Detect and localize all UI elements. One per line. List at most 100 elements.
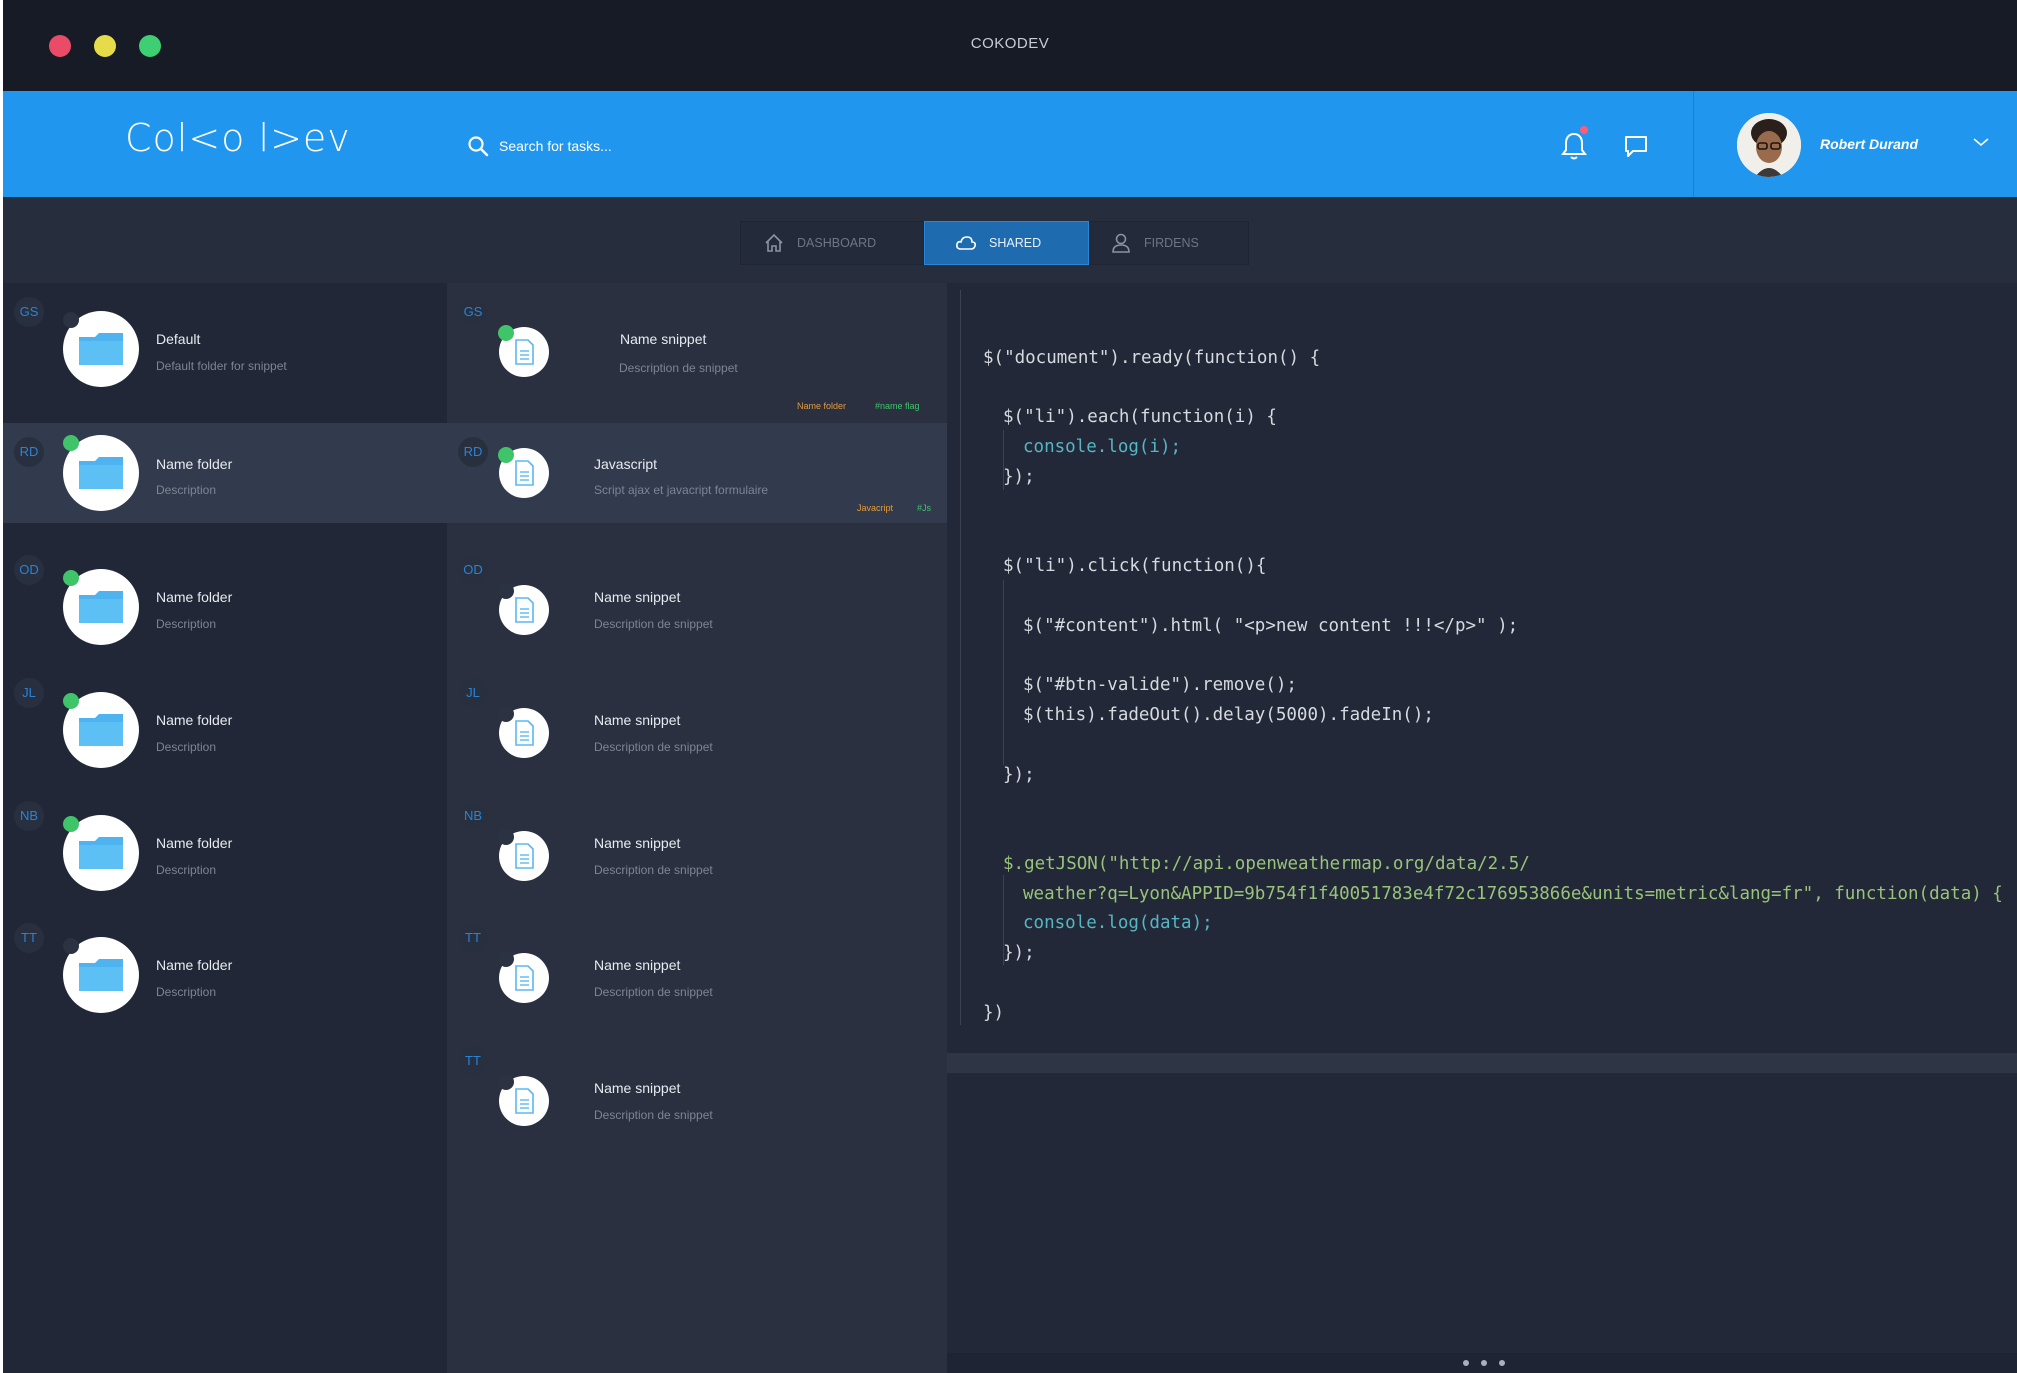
window-title: COKODEV xyxy=(970,35,1050,52)
status-dot xyxy=(63,435,79,451)
chevron-down-icon[interactable] xyxy=(1972,135,1990,149)
status-dot xyxy=(63,938,79,954)
status-dot xyxy=(63,693,79,709)
app-logo[interactable]: Col<o l>ev xyxy=(125,116,351,160)
code-line: weather?q=Lyon&APPID=9b754f1f40051783e4f… xyxy=(1023,884,2003,904)
status-dot xyxy=(498,583,514,599)
code-line: }); xyxy=(1003,467,1035,487)
folder-description: Default folder for snippet xyxy=(156,359,287,373)
cloud-icon xyxy=(956,236,976,250)
snippet-item[interactable]: RD Javascript Script ajax et javacript f… xyxy=(447,423,947,523)
user-initials-badge: NB xyxy=(458,801,488,831)
folder-item[interactable]: TT Name folder Description xyxy=(3,909,447,1031)
folder-title: Name folder xyxy=(156,835,233,851)
notification-bell-icon[interactable] xyxy=(1559,129,1589,163)
tab-label: SHARED xyxy=(989,236,1042,250)
status-dot xyxy=(498,325,514,341)
user-initials-badge: TT xyxy=(14,923,44,953)
folder-item[interactable]: RD Name folder Description xyxy=(3,423,447,523)
tabs-bar: DASHBOARD SHARED FIRDENS xyxy=(3,197,2017,283)
user-initials-badge: GS xyxy=(458,297,488,327)
folder-description: Description xyxy=(156,740,217,754)
tab-dashboard[interactable]: DASHBOARD xyxy=(740,221,924,265)
snippet-description: Description de snippet xyxy=(594,985,713,999)
snippet-title: Name snippet xyxy=(620,331,707,347)
code-line: $.getJSON("http://api.openweathermap.org… xyxy=(1003,854,1530,874)
indent-guide xyxy=(960,290,961,1025)
snippet-description: Script ajax et javacript formulaire xyxy=(594,483,769,497)
user-initials-badge: OD xyxy=(458,555,488,585)
snippets-list: GS Name snippet Description de snippet N… xyxy=(447,283,947,1373)
snippet-item[interactable]: GS Name snippet Description de snippet N… xyxy=(447,283,947,423)
snippet-item[interactable]: TT Name snippet Description de snippet xyxy=(447,909,947,1031)
status-dot xyxy=(498,829,514,845)
tab-friends[interactable]: FIRDENS xyxy=(1089,221,1249,265)
status-dot xyxy=(498,951,514,967)
snippet-title: Javascript xyxy=(594,456,658,472)
tab-shared[interactable]: SHARED xyxy=(924,221,1089,265)
snippet-description: Description de snippet xyxy=(594,1108,713,1122)
code-line: console.log(i); xyxy=(1023,437,1182,457)
folder-item[interactable]: GS Default Default folder for snippet xyxy=(3,283,447,405)
chat-icon[interactable] xyxy=(1621,131,1651,161)
user-initials-badge: RD xyxy=(14,437,44,467)
user-initials-badge: TT xyxy=(458,923,488,953)
snippet-description: Description de snippet xyxy=(594,740,713,754)
folder-description: Description xyxy=(156,617,217,631)
tab-label: FIRDENS xyxy=(1144,236,1199,250)
user-initials-badge: GS xyxy=(14,297,44,327)
search-icon[interactable] xyxy=(467,135,489,157)
folder-item[interactable]: OD Name folder Description xyxy=(3,541,447,663)
status-dot xyxy=(498,447,514,463)
folder-item[interactable]: NB Name folder Description xyxy=(3,787,447,909)
status-dot xyxy=(63,816,79,832)
code-line: $(this).fadeOut().delay(5000).fadeIn(); xyxy=(1023,705,1434,725)
pagination-dot[interactable] xyxy=(1463,1360,1469,1366)
snippet-description: Description de snippet xyxy=(594,863,713,877)
snippet-item[interactable]: JL Name snippet Description de snippet xyxy=(447,664,947,786)
code-editor[interactable]: $("document").ready(function() { $("li")… xyxy=(983,343,2003,1023)
folders-list: GS Default Default folder for snippet RD… xyxy=(3,283,447,1373)
user-avatar[interactable] xyxy=(1737,113,1801,177)
flag-tag[interactable]: #Js xyxy=(917,503,931,513)
pagination-dots[interactable] xyxy=(1463,1360,1505,1366)
code-line: $("li").each(function(i) { xyxy=(1003,407,1277,427)
status-dot xyxy=(63,312,79,328)
code-line: $("#btn-valide").remove(); xyxy=(1023,675,1297,695)
title-bar: COKODEV xyxy=(3,0,2017,91)
snippet-item[interactable]: TT Name snippet Description de snippet xyxy=(447,1032,947,1154)
snippet-title: Name snippet xyxy=(594,589,681,605)
user-initials-badge: JL xyxy=(458,678,488,708)
folder-description: Description xyxy=(156,863,217,877)
folder-tag[interactable]: Name folder xyxy=(797,401,846,411)
folder-tag[interactable]: Javacript xyxy=(857,503,893,513)
folder-title: Name folder xyxy=(156,957,233,973)
code-panel-footer xyxy=(947,1053,2017,1073)
tab-label: DASHBOARD xyxy=(797,236,877,250)
code-line: $("document").ready(function() { xyxy=(983,348,1321,368)
folder-item[interactable]: JL Name folder Description xyxy=(3,664,447,786)
app-window: COKODEV Col<o l>ev Search for tasks... R… xyxy=(3,0,2017,1373)
snippet-description: Description de snippet xyxy=(619,361,738,375)
flag-tag[interactable]: #name flag xyxy=(875,401,920,411)
code-line: $("li").click(function(){ xyxy=(1003,556,1267,576)
folder-description: Description xyxy=(156,985,217,999)
snippet-item[interactable]: NB Name snippet Description de snippet xyxy=(447,787,947,909)
folder-title: Name folder xyxy=(156,712,233,728)
pagination-dot[interactable] xyxy=(1481,1360,1487,1366)
code-line: console.log(data); xyxy=(1023,913,1213,933)
code-line: }); xyxy=(1003,765,1035,785)
avatar-portrait-icon xyxy=(1737,113,1801,177)
code-line: $("#content").html( "<p>new content !!!<… xyxy=(1023,616,1519,636)
status-dot xyxy=(63,570,79,586)
pagination-dot[interactable] xyxy=(1499,1360,1505,1366)
user-initials-badge: NB xyxy=(14,801,44,831)
user-menu[interactable]: Robert Durand xyxy=(1693,91,2017,197)
folder-title: Name folder xyxy=(156,456,233,472)
user-initials-badge: JL xyxy=(14,678,44,708)
search-input[interactable] xyxy=(499,135,799,157)
code-line: }) xyxy=(983,1003,1005,1023)
user-name: Robert Durand xyxy=(1820,136,1918,152)
status-dot xyxy=(498,706,514,722)
snippet-item[interactable]: OD Name snippet Description de snippet xyxy=(447,541,947,663)
